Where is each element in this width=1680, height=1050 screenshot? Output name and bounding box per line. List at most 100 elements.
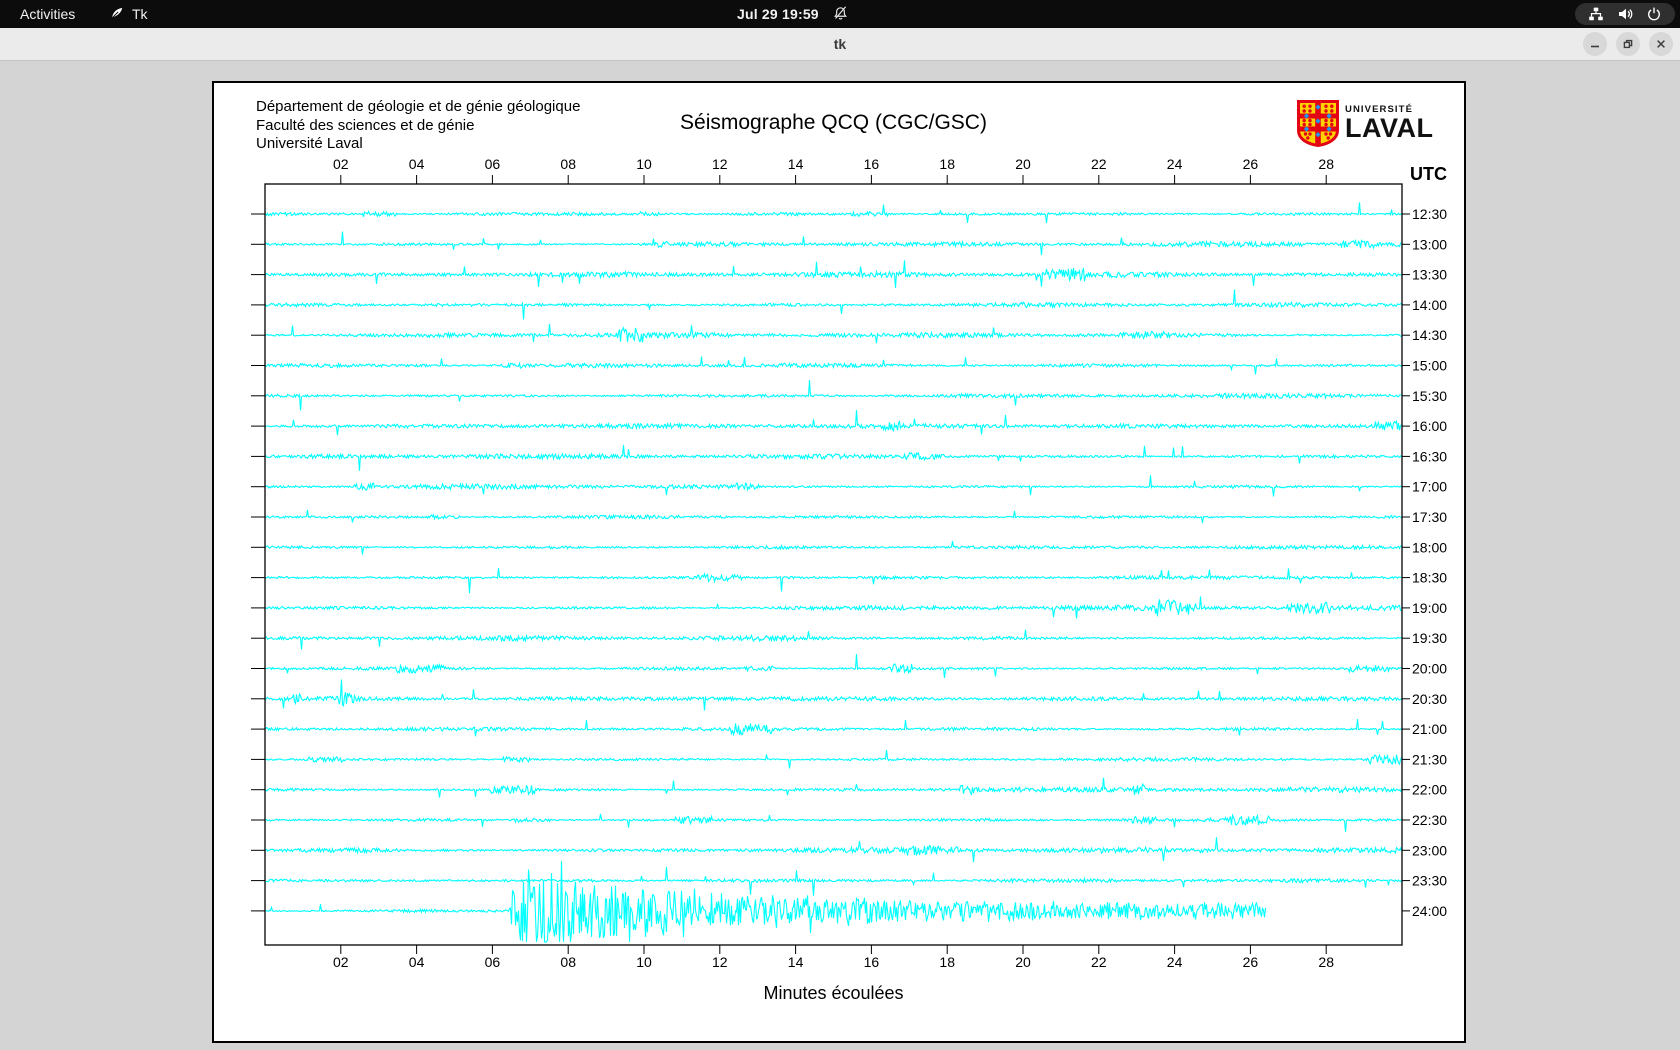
seismic-trace — [266, 260, 1402, 287]
desktop: { "top_bar": { "activities_label": "Acti… — [0, 0, 1680, 1050]
seismic-trace — [266, 861, 1266, 942]
plot-frame — [265, 184, 1402, 945]
utc-row-label: 21:00 — [1412, 721, 1447, 737]
clock-group[interactable]: Jul 29 19:59 — [737, 0, 848, 28]
seismic-trace — [266, 814, 1402, 832]
tk-window-body: Département de géologie et de génie géol… — [0, 61, 1680, 1050]
seismic-trace — [266, 510, 1402, 523]
seismic-trace — [266, 778, 1402, 798]
seismic-trace — [266, 289, 1402, 319]
volume-icon — [1617, 6, 1633, 22]
activities-button[interactable]: Activities — [10, 0, 85, 28]
system-status-area[interactable] — [1575, 3, 1675, 25]
seismic-trace — [266, 232, 1402, 256]
x-tick-label-top: 20 — [1015, 156, 1031, 172]
seismograph-plot: 0202040406060808101012121414161618182020… — [214, 83, 1464, 1041]
seismic-trace — [266, 680, 1402, 711]
seismic-trace — [266, 410, 1402, 435]
seismograph-canvas: Département de géologie et de génie géol… — [212, 81, 1466, 1043]
x-tick-label-bottom: 06 — [485, 954, 501, 970]
x-tick-label-bottom: 16 — [864, 954, 880, 970]
utc-row-label: 22:30 — [1412, 812, 1447, 828]
utc-row-label: 23:00 — [1412, 842, 1447, 858]
utc-row-label: 23:30 — [1412, 873, 1447, 889]
utc-row-label: 13:00 — [1412, 236, 1447, 252]
x-tick-label-top: 06 — [485, 156, 501, 172]
utc-row-label: 16:00 — [1412, 418, 1447, 434]
window-title: tk — [0, 28, 1680, 60]
x-tick-label-bottom: 26 — [1243, 954, 1259, 970]
clock: Jul 29 19:59 — [737, 6, 819, 22]
seismic-trace — [266, 445, 1402, 471]
utc-row-label: 14:30 — [1412, 327, 1447, 343]
utc-row-label: 15:00 — [1412, 358, 1447, 374]
utc-row-label: 13:30 — [1412, 267, 1447, 283]
x-axis-title: Minutes écoulées — [265, 983, 1402, 1004]
window-titlebar[interactable]: tk — [0, 28, 1680, 61]
utc-row-label: 17:30 — [1412, 509, 1447, 525]
utc-row-label: 18:00 — [1412, 539, 1447, 555]
x-tick-label-top: 04 — [409, 156, 425, 172]
network-wired-icon — [1588, 6, 1604, 22]
minimize-button[interactable] — [1583, 32, 1607, 56]
utc-row-label: 21:30 — [1412, 751, 1447, 767]
x-tick-label-top: 02 — [333, 156, 349, 172]
seismic-trace — [266, 324, 1402, 343]
utc-corner-label: UTC — [1410, 164, 1447, 184]
seismic-trace — [266, 867, 1402, 896]
x-tick-label-top: 16 — [864, 156, 880, 172]
x-tick-label-top: 24 — [1167, 156, 1183, 172]
utc-row-label: 20:30 — [1412, 691, 1447, 707]
utc-row-label: 15:30 — [1412, 388, 1447, 404]
app-indicator-label: Tk — [132, 6, 148, 22]
seismic-trace — [266, 202, 1402, 223]
seismic-trace — [266, 568, 1402, 593]
utc-row-label: 12:30 — [1412, 206, 1447, 222]
seismic-trace — [266, 654, 1402, 678]
x-tick-label-bottom: 04 — [409, 954, 425, 970]
utc-row-label: 22:00 — [1412, 782, 1447, 798]
x-tick-label-bottom: 10 — [636, 954, 652, 970]
utc-row-label: 16:30 — [1412, 448, 1447, 464]
x-tick-label-bottom: 22 — [1091, 954, 1107, 970]
x-tick-label-bottom: 14 — [788, 954, 804, 970]
x-tick-label-bottom: 18 — [939, 954, 955, 970]
utc-row-label: 19:00 — [1412, 600, 1447, 616]
x-tick-label-top: 12 — [712, 156, 728, 172]
seismic-trace — [266, 596, 1402, 618]
x-tick-label-bottom: 28 — [1318, 954, 1334, 970]
x-tick-label-bottom: 02 — [333, 954, 349, 970]
x-tick-label-top: 10 — [636, 156, 652, 172]
seismic-trace — [266, 380, 1402, 410]
x-tick-label-top: 28 — [1318, 156, 1334, 172]
seismic-trace — [266, 357, 1402, 375]
utc-row-label: 24:00 — [1412, 903, 1447, 919]
utc-row-label: 14:00 — [1412, 297, 1447, 313]
maximize-button[interactable] — [1616, 32, 1640, 56]
seismic-trace — [266, 837, 1402, 862]
seismic-trace — [266, 475, 1402, 496]
x-tick-label-bottom: 12 — [712, 954, 728, 970]
gnome-top-bar: Activities Tk Jul 29 19:59 — [0, 0, 1680, 28]
x-tick-label-top: 18 — [939, 156, 955, 172]
utc-row-label: 17:00 — [1412, 479, 1447, 495]
x-tick-label-bottom: 24 — [1167, 954, 1183, 970]
seismic-trace — [266, 719, 1402, 736]
bell-muted-icon — [833, 5, 848, 23]
x-tick-label-bottom: 20 — [1015, 954, 1031, 970]
utc-row-label: 18:30 — [1412, 570, 1447, 586]
x-tick-label-top: 22 — [1091, 156, 1107, 172]
power-icon — [1646, 6, 1662, 22]
seismic-trace — [266, 541, 1402, 554]
utc-row-label: 20:00 — [1412, 661, 1447, 677]
seismic-trace — [266, 750, 1402, 769]
x-tick-label-top: 08 — [560, 156, 576, 172]
utc-row-label: 19:30 — [1412, 630, 1447, 646]
x-tick-label-bottom: 08 — [560, 954, 576, 970]
window-controls — [1583, 32, 1673, 56]
seismic-trace — [266, 630, 1402, 650]
tk-feather-icon — [109, 5, 125, 24]
x-tick-label-top: 26 — [1243, 156, 1259, 172]
app-indicator[interactable]: Tk — [103, 0, 154, 28]
close-button[interactable] — [1649, 32, 1673, 56]
